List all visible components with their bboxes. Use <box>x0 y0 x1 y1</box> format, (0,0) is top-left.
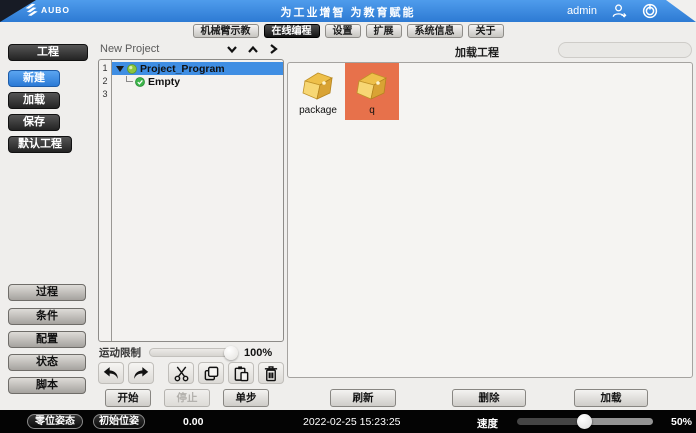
init-pose-button[interactable]: 初始位姿 <box>93 414 145 429</box>
line-number: 1 <box>99 62 111 75</box>
sidebar-item-config[interactable]: 配置 <box>8 331 86 348</box>
project-folder-icon <box>354 70 390 102</box>
project-item-label: q <box>369 105 375 116</box>
tree-connector <box>126 76 133 82</box>
tab-online-programming[interactable]: 在线编程 <box>264 24 320 38</box>
sidebar-item-state[interactable]: 状态 <box>8 354 86 371</box>
tree-node-root[interactable]: Project_Program <box>112 62 283 75</box>
sidebar-item-condition[interactable]: 条件 <box>8 308 86 325</box>
undo-button[interactable] <box>98 362 124 384</box>
motion-limit-label: 运动限制 <box>99 345 141 360</box>
project-node-icon <box>127 64 137 74</box>
status-bar: 零位姿态 初始位姿 0.00 2022-02-25 15:23:25 速度 50… <box>0 410 696 433</box>
sidebar-item-load[interactable]: 加载 <box>8 92 60 109</box>
empty-node-icon <box>135 77 145 87</box>
search-box[interactable] <box>558 42 692 58</box>
timestamp-label: 2022-02-25 15:23:25 <box>303 416 401 428</box>
power-icon[interactable] <box>642 3 658 19</box>
load-project-title: 加载工程 <box>455 44 499 60</box>
speed-slider-handle[interactable] <box>577 414 592 429</box>
tab-about[interactable]: 关于 <box>468 24 504 38</box>
sidebar-item-process[interactable]: 过程 <box>8 284 86 301</box>
chevron-right-icon[interactable] <box>268 43 279 55</box>
user-account-icon[interactable] <box>611 3 628 20</box>
motion-limit-slider-handle[interactable] <box>224 346 238 360</box>
speed-slider[interactable] <box>517 418 653 425</box>
speed-value: 50% <box>671 416 692 428</box>
sidebar-item-new[interactable]: 新建 <box>8 70 60 87</box>
project-item-label: package <box>299 105 337 116</box>
motion-limit-row: 运动限制 100% <box>99 345 283 360</box>
chevron-down-icon[interactable] <box>226 44 238 55</box>
tab-settings[interactable]: 设置 <box>325 24 361 38</box>
tree-node-empty[interactable]: Empty <box>112 75 283 88</box>
step-button[interactable]: 单步 <box>223 389 269 407</box>
cut-button[interactable] <box>168 362 194 384</box>
start-button[interactable]: 开始 <box>105 389 151 407</box>
copy-button[interactable] <box>198 362 224 384</box>
paste-button[interactable] <box>228 362 254 384</box>
copy-icon <box>203 365 220 382</box>
status-value: 0.00 <box>183 416 203 428</box>
expand-triangle-icon[interactable] <box>116 66 124 72</box>
sidebar-item-default-project[interactable]: 默认工程 <box>8 136 72 153</box>
project-name-label: New Project <box>100 43 226 55</box>
username-label: admin <box>567 5 597 17</box>
delete-project-button[interactable]: 删除 <box>452 389 526 407</box>
program-tree-panel: 1 2 3 Project_Program Empty <box>98 59 284 342</box>
line-number: 3 <box>99 88 111 101</box>
undo-icon <box>102 365 120 381</box>
program-control-buttons: 开始 停止 单步 <box>105 389 269 407</box>
chevron-up-icon[interactable] <box>247 44 259 55</box>
sidebar-item-project[interactable]: 工程 <box>8 44 88 61</box>
tab-robot-teach[interactable]: 机械臂示教 <box>193 24 259 38</box>
search-input[interactable] <box>559 44 696 56</box>
speed-label: 速度 <box>477 416 498 431</box>
project-folder-icon <box>300 70 336 102</box>
tab-extend[interactable]: 扩展 <box>366 24 402 38</box>
redo-button[interactable] <box>128 362 154 384</box>
stop-button[interactable]: 停止 <box>164 389 210 407</box>
redo-icon <box>132 365 150 381</box>
sidebar-item-save[interactable]: 保存 <box>8 114 60 131</box>
tab-system-info[interactable]: 系统信息 <box>407 24 463 38</box>
title-bar: AUBO 为工业增智 为教育赋能 admin <box>0 0 696 22</box>
main-tab-bar: 机械臂示教 在线编程 设置 扩展 系统信息 关于 <box>0 22 696 40</box>
project-item-q[interactable]: q <box>345 63 399 120</box>
edit-toolbar <box>98 362 285 384</box>
refresh-button[interactable]: 刷新 <box>330 389 396 407</box>
zero-pose-button[interactable]: 零位姿态 <box>27 414 83 429</box>
project-file-list: package q <box>287 62 693 378</box>
line-number: 2 <box>99 75 111 88</box>
tree-node-label: Project_Program <box>140 63 225 75</box>
sidebar-item-script[interactable]: 脚本 <box>8 377 86 394</box>
motion-limit-value: 100% <box>244 347 272 359</box>
motion-limit-slider[interactable] <box>149 348 237 357</box>
tree-node-label: Empty <box>148 76 180 88</box>
delete-node-button[interactable] <box>258 362 284 384</box>
paste-icon <box>233 365 250 382</box>
project-item-package[interactable]: package <box>291 63 345 120</box>
load-project-button[interactable]: 加载 <box>574 389 648 407</box>
project-tree-header: New Project <box>100 41 283 57</box>
line-number-gutter: 1 2 3 <box>99 60 112 341</box>
trash-icon <box>263 365 279 382</box>
scissors-icon <box>173 365 190 382</box>
